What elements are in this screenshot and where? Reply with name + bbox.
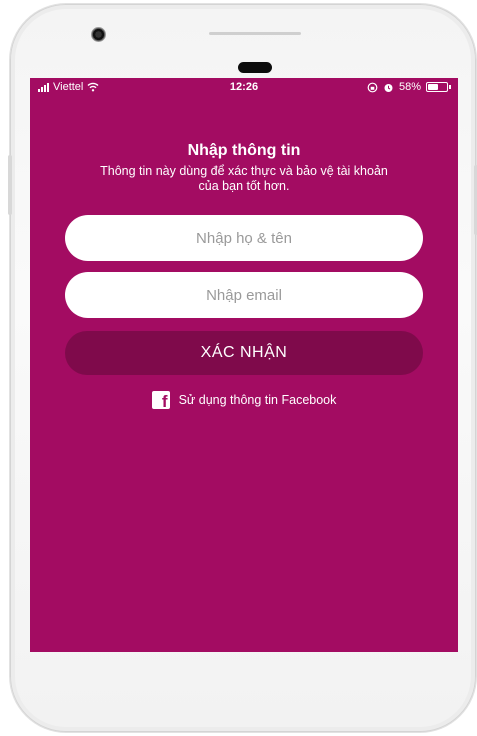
app-screen: Viettel 12:26 58% Nhập thông tin Thông t… bbox=[30, 78, 458, 652]
battery-percent: 58% bbox=[398, 81, 421, 93]
form-title: Nhập thông tin bbox=[187, 142, 301, 159]
facebook-icon: f bbox=[151, 391, 170, 409]
email-input[interactable] bbox=[65, 272, 423, 318]
volume-button bbox=[8, 155, 12, 215]
facebook-login-link[interactable]: f Sử dụng thông tin Facebook bbox=[30, 391, 458, 409]
alarm-icon bbox=[384, 83, 393, 92]
status-right: 58% bbox=[367, 81, 451, 93]
earpiece-speaker bbox=[209, 32, 301, 35]
form-subtitle: Thông tin này dùng để xác thực và bảo vệ… bbox=[100, 164, 388, 193]
proximity-sensor bbox=[238, 62, 272, 73]
status-bar: Viettel 12:26 58% bbox=[30, 78, 458, 96]
battery-level bbox=[428, 84, 439, 90]
submit-button[interactable]: XÁC NHẬN bbox=[65, 331, 423, 375]
battery-cap bbox=[449, 85, 451, 89]
orientation-lock-icon bbox=[367, 82, 378, 92]
facebook-link-label: Sử dụng thông tin Facebook bbox=[178, 393, 337, 407]
battery-icon bbox=[426, 82, 451, 92]
front-camera bbox=[91, 27, 106, 42]
name-input[interactable] bbox=[65, 215, 423, 261]
